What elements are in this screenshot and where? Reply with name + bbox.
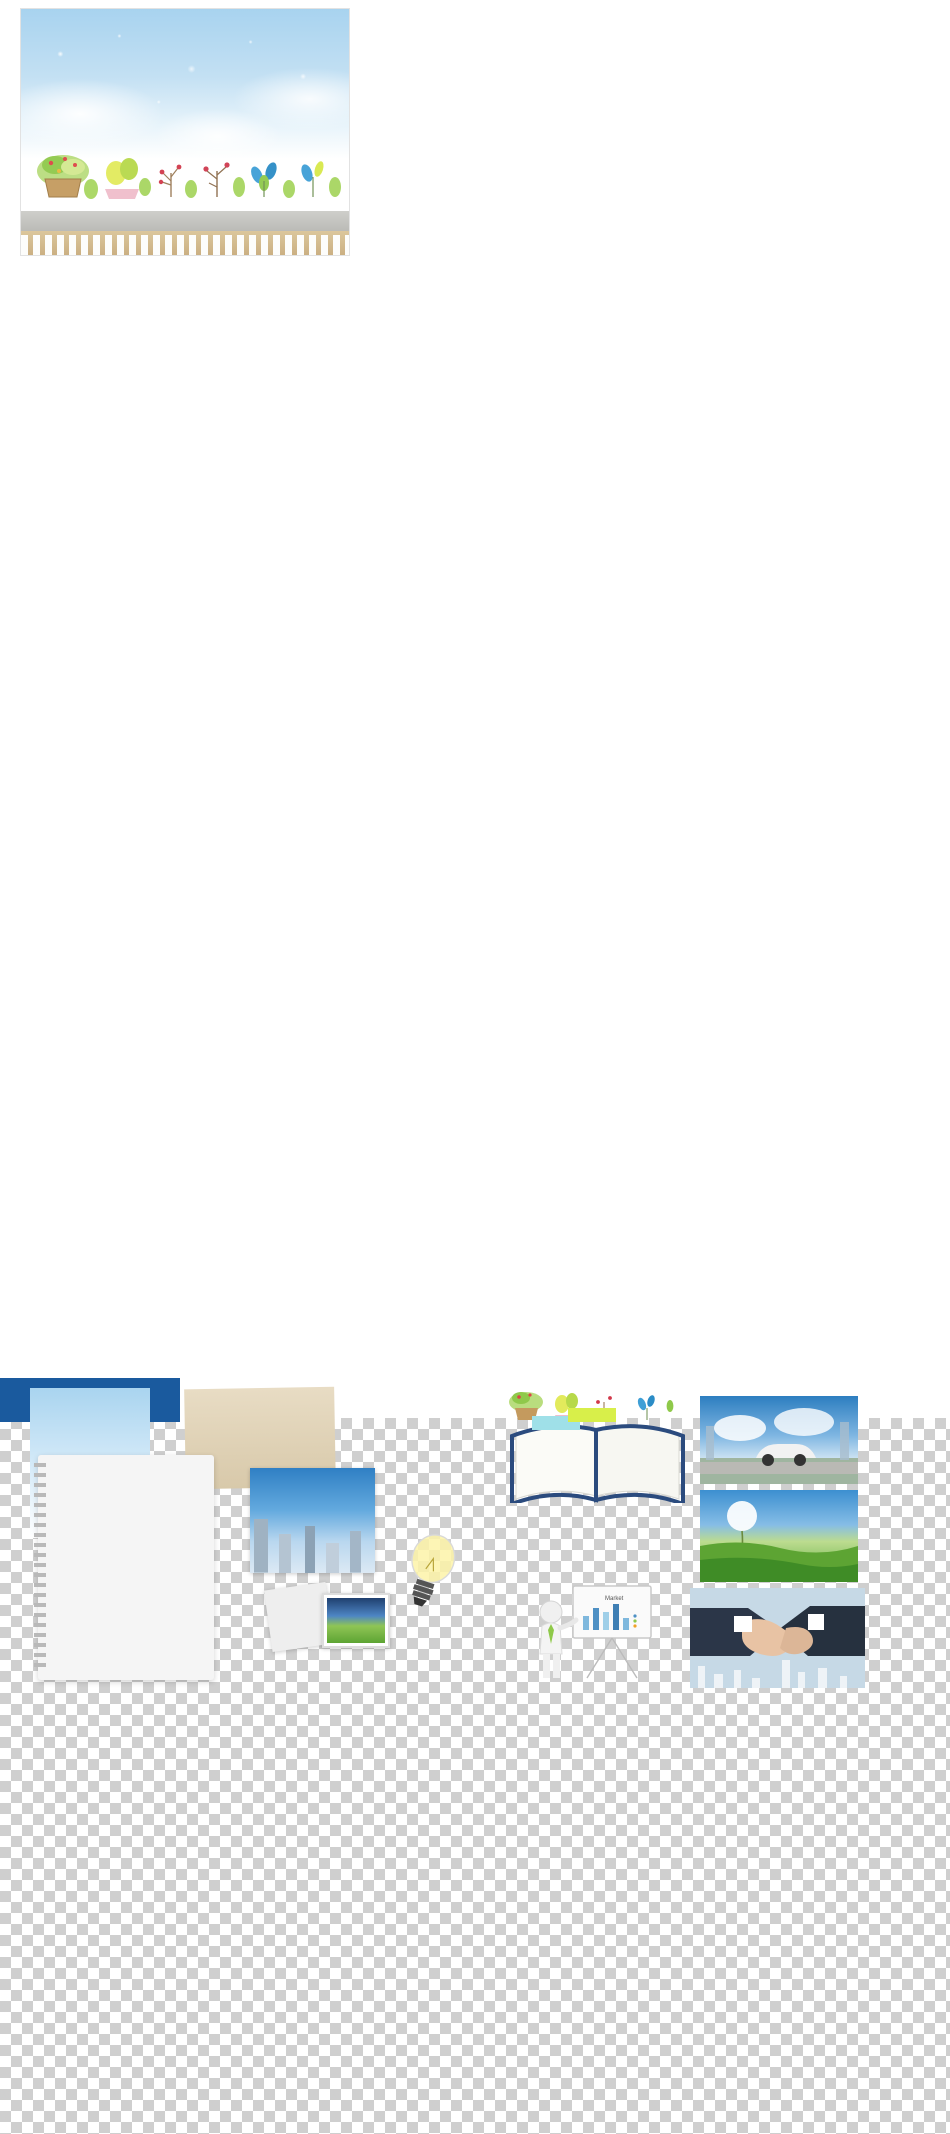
open-book-asset [510, 1408, 685, 1507]
city-photo-asset [250, 1468, 375, 1573]
car-city-photo-asset [700, 1396, 858, 1484]
hero-garden-illustration [21, 149, 349, 211]
dandelion-field-photo-asset [700, 1490, 858, 1582]
svg-text:Market: Market [605, 1596, 624, 1602]
hero-ground [21, 211, 349, 233]
laptop-nature-asset [322, 1593, 390, 1648]
hero-fence [21, 231, 349, 255]
png-image-section: Market [0, 1378, 950, 2134]
presenter-chart-asset: Market [525, 1578, 660, 1688]
hero-title-slide[interactable] [20, 8, 350, 256]
handshake-photo-asset [690, 1588, 865, 1688]
hero-insert-logo [57, 35, 60, 49]
spiral-notebook-asset [34, 1455, 214, 1680]
hero-sky-background [21, 9, 349, 159]
product-preview-page: Market [0, 0, 950, 2134]
lightbulb-asset [398, 1526, 460, 1618]
